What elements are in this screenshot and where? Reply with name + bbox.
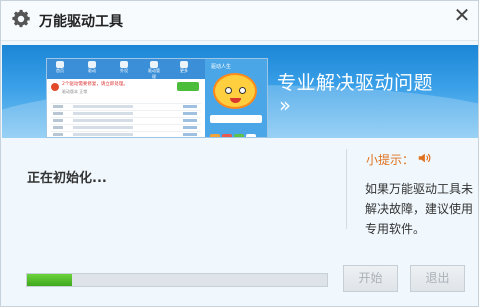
alert-icon bbox=[51, 83, 59, 91]
preview-nav-manage: 驱动管理 bbox=[147, 61, 161, 80]
preview-row bbox=[51, 103, 201, 109]
preview-side-title: 驱动人生 bbox=[211, 64, 232, 70]
status-text: 正在初始化... bbox=[27, 171, 107, 186]
preview-sub-text: 驱动版本 正常 bbox=[62, 89, 88, 94]
tip-body: 如果万能驱动工具未解决故障，建议使用专用软件。 bbox=[365, 182, 474, 236]
app-preview-image: 首页 驱动 外设 驱动管理 更多 2个驱动需要修复，请立即处理。 驱动版本 正常… bbox=[46, 58, 268, 138]
divider bbox=[346, 149, 347, 229]
promo-banner[interactable]: 首页 驱动 外设 驱动管理 更多 2个驱动需要修复，请立即处理。 驱动版本 正常… bbox=[2, 45, 478, 138]
preview-side-panel: 驱动人生 bbox=[205, 59, 267, 137]
window-title: 万能驱动工具 bbox=[39, 14, 123, 30]
preview-row bbox=[51, 110, 201, 116]
preview-row bbox=[51, 117, 201, 123]
progress-fill bbox=[27, 274, 72, 286]
mascot-icon bbox=[213, 73, 257, 109]
preview-nav-more: 更多 bbox=[177, 61, 191, 74]
title-bar[interactable]: 万能驱动工具 ✕ bbox=[1, 1, 478, 41]
preview-content: 2个驱动需要修复，请立即处理。 驱动版本 正常 bbox=[47, 79, 207, 137]
preview-side-buttons bbox=[210, 127, 258, 137]
preview-alert-text: 2个驱动需要修复，请立即处理。 bbox=[62, 82, 128, 87]
preview-nav-home: 首页 bbox=[53, 61, 67, 74]
gear-icon bbox=[12, 9, 30, 28]
chevron-right-icon: ›› bbox=[279, 93, 291, 117]
preview-nav-device: 外设 bbox=[117, 61, 131, 74]
start-button[interactable]: 开始 bbox=[343, 265, 398, 292]
speaker-icon bbox=[418, 153, 431, 163]
preview-row bbox=[51, 131, 201, 137]
preview-tag bbox=[210, 115, 262, 123]
preview-repair-button bbox=[177, 82, 199, 91]
preview-row bbox=[51, 124, 201, 130]
driver-tool-window: 万能驱动工具 ✕ 首页 驱动 外设 驱动管理 更多 2个驱动需要修复，请立即处理… bbox=[0, 0, 479, 307]
preview-nav-driver: 驱动 bbox=[85, 61, 99, 74]
banner-slogan: 专业解决驱动问题 bbox=[277, 72, 434, 94]
progress-bar bbox=[26, 273, 328, 287]
tip-title: 小提示： bbox=[366, 153, 415, 167]
close-icon[interactable]: ✕ bbox=[452, 5, 472, 25]
exit-button[interactable]: 退出 bbox=[410, 265, 465, 292]
